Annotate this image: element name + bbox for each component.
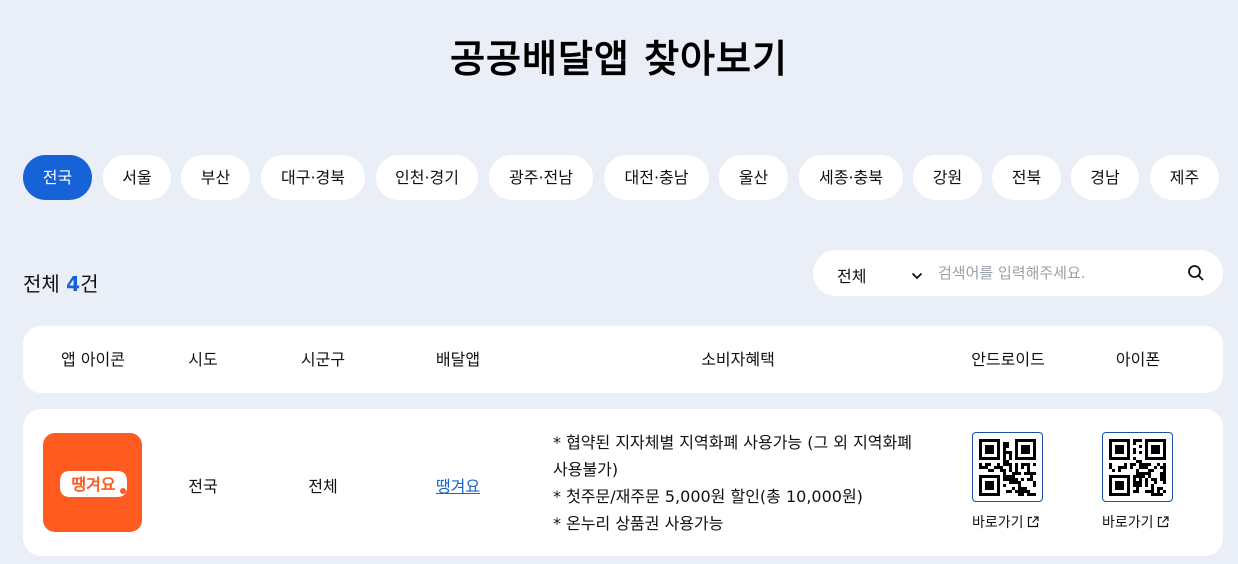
benefit-line: * 첫주문/재주문 5,000원 할인(총 10,000원) — [553, 487, 863, 506]
external-link-icon — [1157, 516, 1169, 528]
region-tab-busan[interactable]: 부산 — [181, 155, 250, 200]
header-android: 안드로이드 — [971, 350, 1045, 369]
region-tab-sejong-chungbuk[interactable]: 세종·충북 — [799, 155, 903, 200]
result-count-number: 4 — [66, 272, 81, 296]
region-tab-gwangju-jeonnam[interactable]: 광주·전남 — [489, 155, 593, 200]
benefit-line: 사용불가) — [553, 460, 619, 479]
cell-sido: 전국 — [188, 477, 218, 496]
search-icon[interactable] — [1187, 264, 1205, 282]
android-link-label: 바로가기 — [972, 515, 1024, 531]
table-header: 앱 아이콘 시도 시군구 배달앱 소비자혜택 안드로이드 아이폰 — [23, 326, 1223, 393]
header-benefits: 소비자혜택 — [701, 350, 775, 369]
region-tab-jeju[interactable]: 제주 — [1150, 155, 1219, 200]
result-count-prefix: 전체 — [23, 272, 67, 296]
search-filter-value: 전체 — [837, 267, 867, 286]
region-tab-incheon-gyeonggi[interactable]: 인천·경기 — [376, 155, 478, 200]
iphone-qr-code — [1102, 432, 1173, 502]
region-tab-gangwon[interactable]: 강원 — [913, 155, 982, 200]
iphone-link[interactable]: 바로가기 — [1102, 512, 1169, 532]
result-count-suffix: 건 — [80, 272, 99, 296]
external-link-icon — [1027, 516, 1039, 528]
region-tab-jeonbuk[interactable]: 전북 — [992, 155, 1061, 200]
app-logo: 땡겨요 — [60, 471, 127, 497]
page-title: 공공배달앱 찾아보기 — [450, 37, 788, 81]
cell-sigungu: 전체 — [308, 477, 338, 496]
header-iphone: 아이폰 — [1115, 350, 1161, 369]
result-count: 전체 4건 — [23, 268, 99, 297]
android-qr-code — [972, 432, 1043, 502]
region-tab-seoul[interactable]: 서울 — [103, 155, 171, 200]
search-filter-select[interactable]: 전체 — [813, 250, 931, 296]
search-bar: 전체 — [813, 250, 1223, 296]
benefit-line: * 협약된 지자체별 지역화폐 사용가능 (그 외 지역화폐 — [553, 433, 912, 452]
region-tab-daegu-gyeongbuk[interactable]: 대구·경북 — [261, 155, 365, 200]
header-sido: 시도 — [188, 350, 218, 369]
chevron-down-icon — [911, 267, 923, 280]
header-sigungu: 시군구 — [300, 350, 346, 369]
benefits-text: * 협약된 지자체별 지역화폐 사용가능 (그 외 지역화폐 사용불가) * 첫… — [553, 429, 938, 537]
app-name-link[interactable]: 땡겨요 — [408, 473, 508, 497]
region-tab-ulsan[interactable]: 울산 — [719, 155, 788, 200]
app-icon-text: 땡겨요 — [71, 475, 115, 494]
region-tab-daejeon-chungnam[interactable]: 대전·충남 — [604, 155, 709, 200]
table-row: 땡겨요 전국 전체 땡겨요 * 협약된 지자체별 지역화폐 사용가능 (그 외 … — [23, 409, 1223, 556]
header-app-icon: 앱 아이콘 — [61, 350, 125, 369]
app-icon: 땡겨요 — [43, 433, 142, 532]
android-link[interactable]: 바로가기 — [972, 512, 1039, 532]
search-input[interactable] — [938, 260, 1178, 286]
region-tab-nationwide[interactable]: 전국 — [23, 155, 92, 200]
benefit-line: * 온누리 상품권 사용가능 — [553, 514, 724, 533]
region-tab-gyeongnam[interactable]: 경남 — [1071, 155, 1139, 200]
iphone-link-label: 바로가기 — [1102, 515, 1154, 531]
header-delivery-app: 배달앱 — [435, 350, 481, 369]
